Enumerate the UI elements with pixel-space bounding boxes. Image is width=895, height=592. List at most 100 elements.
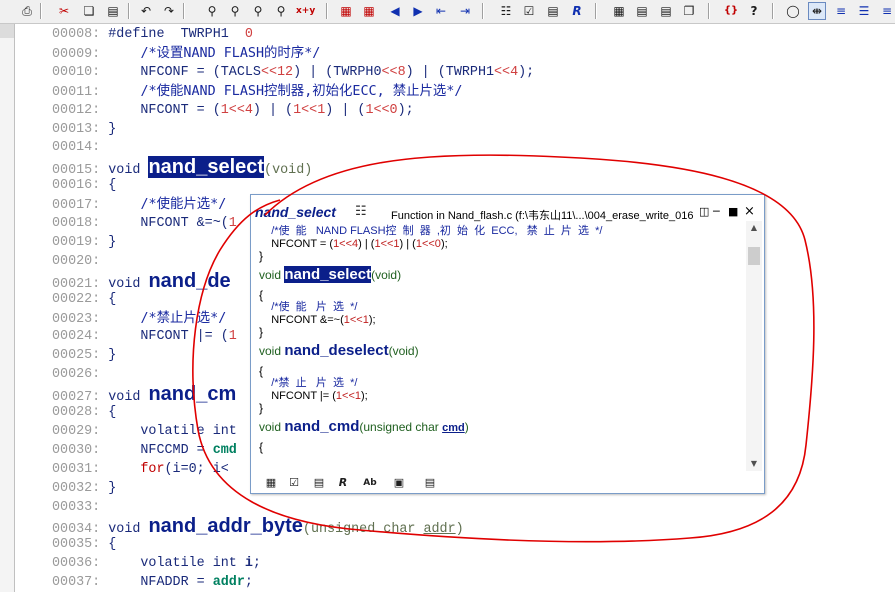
lookup-icon[interactable]: ☑ [520,2,538,20]
line-number: 00029: [52,423,109,439]
popup-code-line: void nand_select(void) [259,265,401,283]
panel-4-icon[interactable]: ❐ [680,2,698,20]
redo-icon[interactable]: ↷ [160,2,178,20]
toolbar-separator [595,3,597,19]
code-token: addr [423,522,456,538]
code-token: (void) [264,163,313,179]
code-token: TWRPH1 [180,27,245,42]
toolbar-separator [772,3,774,19]
symbol-info-popup[interactable]: nand_select ☷ Function in Nand_flash.c (… [250,194,765,494]
bookmark-next-icon[interactable]: ▦ [360,2,378,20]
bookmark-toggle-icon[interactable]: ▦ [337,2,355,20]
popup-code-line: { [259,365,263,378]
popup-minimize-icon[interactable]: ─ [713,206,720,218]
undo-icon[interactable]: ↶ [137,2,155,20]
scroll-up-icon[interactable]: ▲ [746,221,762,235]
overview-icon[interactable]: ☰ [855,2,873,20]
toolbar-separator [183,3,185,19]
lookup-icon[interactable]: ▦ [263,475,279,491]
popup-code-line: } [259,250,263,263]
find-next-icon[interactable]: ⚲ [249,2,267,20]
line-number: 00009: [52,46,109,62]
symbol-tree-icon: ☷ [355,204,367,219]
context-help-icon[interactable]: ? [745,2,763,20]
code-line: 00035: { [52,536,116,554]
match-brace-icon[interactable]: {} [722,2,740,20]
line-number: 00026: [52,367,109,383]
code-token: 1 [228,329,237,345]
popup-source-view[interactable]: /*使 能 NAND FLASH控 制 器 ,初 始 化 ECC, 禁 止 片 … [251,221,747,471]
panel-1-icon[interactable]: ▦ [610,2,628,20]
browse-icon[interactable]: R [568,2,586,20]
replace-icon[interactable]: x+y [295,2,315,20]
popup-code-line: { [259,441,263,454]
code-token: 0 [244,27,253,42]
code-token: } [259,325,264,339]
code-line: 00012: NFCONT = (1<<4) | (1<<1) | (1<<0)… [52,102,414,120]
code-token: ; [252,556,261,572]
line-number: 00012: [52,102,109,118]
code-token: cmd [442,421,465,434]
line-number: 00008: [52,27,109,42]
copy-icon[interactable]: ❏ [80,2,98,20]
popup-close-icon[interactable]: × [744,205,755,218]
code-token: ); [397,102,414,118]
main-toolbar: ⎙ ✂ ❏ ▤ ↶ ↷ ⚲ ⚲ ⚲ ⚲ x+y ▦ ▦ ◀ ▶ ⇤ ⇥ ☷ ☑ … [0,0,895,24]
print-icon[interactable]: ⎙ [18,2,36,20]
code-token: <<4 [494,64,519,80]
panel-2-icon[interactable]: ▤ [633,2,651,20]
back-icon[interactable]: ◀ [386,2,404,20]
selection-gutter[interactable] [0,24,15,592]
outline-2-icon[interactable]: ≡ [878,2,895,20]
line-number: 00011: [52,84,109,100]
jump-forward-icon[interactable]: ⇥ [456,2,474,20]
code-token: 1<<4 [220,102,253,118]
find-prev-icon[interactable]: ⚲ [226,2,244,20]
symbol-window-icon[interactable]: ☷ [497,2,515,20]
relation-icon[interactable]: ▤ [544,2,562,20]
function-name: nand_select [284,265,372,283]
code-line: 00010: NFCONF = (TACLS<<12) | (TWRPH0<<8… [52,64,534,82]
code-token: /*禁 止 片 选 */ [259,377,358,389]
scroll-down-icon[interactable]: ▼ [746,457,762,471]
paste-icon[interactable]: ▤ [104,2,122,20]
line-number: 00010: [52,64,109,80]
relation-icon[interactable]: R [335,475,351,491]
popup-code-line: } [259,326,263,339]
popup-maximize-icon[interactable]: ■ [728,206,738,218]
function-name: nand_addr_byte [148,515,303,538]
popup-code-line: /*使 能 片 选 */ [259,301,357,313]
browse-icon[interactable]: ▤ [311,475,327,491]
line-number: 00021: [52,276,109,292]
code-token: } [108,121,117,137]
font-size-icon[interactable]: Ab [359,475,381,491]
cut-icon[interactable]: ✂ [55,2,73,20]
code-line: 00013: } [52,121,116,139]
code-token: ) | ( [405,64,446,80]
toolbar-separator [708,3,710,19]
popup-scrollbar[interactable]: ▲ ▼ [746,221,762,471]
popup-code-line: /*禁 止 片 选 */ [259,377,357,389]
line-number: 00025: [52,348,109,364]
outline-icon[interactable]: ≡ [832,2,850,20]
function-name: nand_select [148,156,265,179]
code-token: ) | ( [293,64,334,80]
line-number: 00016: [52,178,109,194]
line-number: 00019: [52,234,109,250]
code-token: 1<<1 [343,313,369,326]
find-files-icon[interactable]: ⚲ [272,2,290,20]
line-number: 00015: [52,163,109,179]
panel-3-icon[interactable]: ▤ [657,2,675,20]
scroll-thumb[interactable] [748,247,760,265]
find-icon[interactable]: ⚲ [203,2,221,20]
show-hide-icon[interactable]: ◯ [784,2,802,20]
sync-icon[interactable]: ⇼ [808,2,826,20]
code-line: 00016: { [52,177,116,195]
popup-settings-icon[interactable]: ▤ [422,475,438,491]
jump-back-icon[interactable]: ⇤ [432,2,450,20]
lock-icon[interactable]: ▣ [391,475,407,491]
code-token: (unsigned char [359,419,443,434]
context-help-icon[interactable]: ☑ [286,475,302,491]
popup-dock-icon[interactable]: ◫ [699,206,709,218]
forward-icon[interactable]: ▶ [409,2,427,20]
